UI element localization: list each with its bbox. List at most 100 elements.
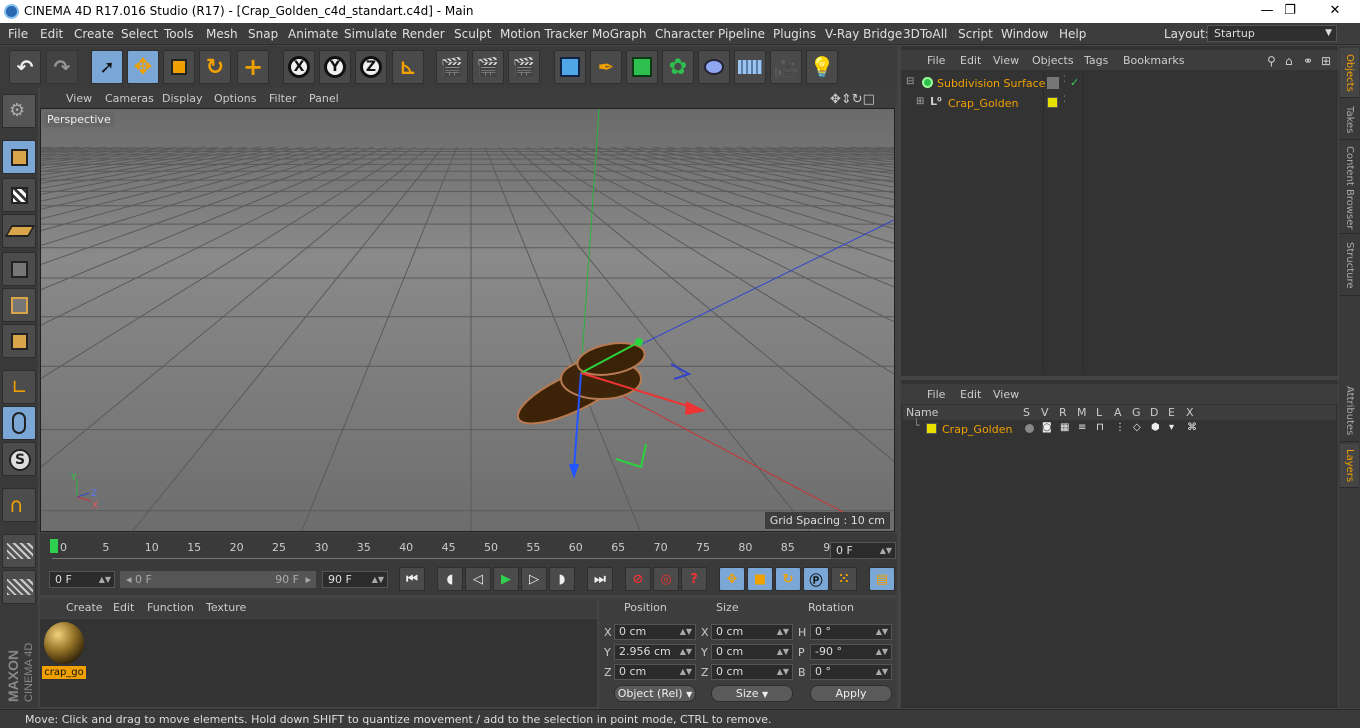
end-frame-field[interactable]: 90 F ▲▼ <box>322 571 388 588</box>
add-camera-button[interactable]: 🎥 <box>770 50 802 84</box>
model-mode-button[interactable] <box>2 140 36 174</box>
scale-tool-button[interactable] <box>163 50 195 84</box>
record-parameter-button[interactable]: Ⓟ <box>803 567 829 591</box>
undo-button[interactable]: ↶ <box>9 50 41 84</box>
object-menu-view[interactable]: View <box>993 54 1019 67</box>
render-view-button[interactable]: 🎬 <box>436 50 468 84</box>
object-menu-file[interactable]: File <box>927 54 945 67</box>
link-icon[interactable]: ⚭ <box>1303 54 1313 68</box>
menu-tools[interactable]: Tools <box>164 27 194 41</box>
object-menu-tags[interactable]: Tags <box>1084 54 1108 67</box>
keyframe-selection-button[interactable]: ? <box>681 567 707 591</box>
menu-window[interactable]: Window <box>1001 27 1048 41</box>
menu-snap[interactable]: Snap <box>248 27 278 41</box>
maximize-button[interactable]: ❐ <box>1267 2 1313 20</box>
menu-help[interactable]: Help <box>1059 27 1086 41</box>
column-animation[interactable]: A <box>1114 406 1122 419</box>
search-icon[interactable]: ⚲ <box>1267 54 1276 68</box>
record-keys-button[interactable]: ⊘ <box>625 567 651 591</box>
object-menu-objects[interactable]: Objects <box>1032 54 1074 67</box>
redo-button[interactable]: ↷ <box>46 50 78 84</box>
record-position-button[interactable]: ✥ <box>719 567 745 591</box>
go-to-start-button[interactable]: ⏮ <box>399 567 425 591</box>
position-z-field[interactable]: 0 cm ▲▼ <box>614 664 696 680</box>
coordinate-system-button[interactable]: ⊾ <box>392 50 424 84</box>
3d-viewport[interactable]: Y Z X Perspective Grid Spacing : 10 cm <box>40 108 895 532</box>
solo-toggle-icon[interactable] <box>1025 424 1034 433</box>
generators-toggle-icon[interactable]: ◇ <box>1133 422 1141 433</box>
next-key-button[interactable]: ◗ <box>549 567 575 591</box>
add-cloner-button[interactable]: ✿ <box>662 50 694 84</box>
tab-structure[interactable]: Structure <box>1340 236 1359 296</box>
menu-3dtoall[interactable]: 3DToAll <box>903 27 947 41</box>
column-generators[interactable]: G <box>1132 406 1141 419</box>
tab-objects[interactable]: Objects <box>1340 48 1359 98</box>
menu-vray-bridge[interactable]: V-Ray Bridge <box>825 27 902 41</box>
menu-sculpt[interactable]: Sculpt <box>454 27 491 41</box>
visibility-dots-icon[interactable]: ⁚ <box>1063 95 1066 105</box>
visibility-dots-icon[interactable]: ⁚ <box>1063 75 1066 85</box>
start-frame-field[interactable]: 0 F ▲▼ <box>49 571 115 588</box>
column-xref[interactable]: X <box>1186 406 1194 419</box>
tweak-mode-button[interactable] <box>2 406 36 440</box>
menu-mesh[interactable]: Mesh <box>206 27 238 41</box>
move-tool-button[interactable]: ✥ <box>127 50 159 84</box>
animation-toggle-icon[interactable]: ⋮ <box>1115 422 1125 433</box>
render-settings-button[interactable]: 🎬 <box>508 50 540 84</box>
tab-content-browser[interactable]: Content Browser <box>1340 142 1359 234</box>
magnet-button[interactable]: ∩ <box>2 488 36 522</box>
add-pen-spline-button[interactable]: ✒ <box>590 50 622 84</box>
object-menu-edit[interactable]: Edit <box>960 54 981 67</box>
material-menu-texture[interactable]: Texture <box>206 601 246 614</box>
layer-menu-view[interactable]: View <box>993 388 1019 401</box>
menu-animate[interactable]: Animate <box>288 27 338 41</box>
size-mode-dropdown[interactable]: Size ▼ <box>711 685 793 702</box>
rotation-b-field[interactable]: 0 ° ▲▼ <box>810 664 892 680</box>
rotation-p-field[interactable]: -90 ° ▲▼ <box>810 644 892 660</box>
go-to-end-button[interactable]: ⏭ <box>587 567 613 591</box>
expressions-toggle-icon[interactable]: ▾ <box>1169 422 1174 433</box>
enabled-check-icon[interactable]: ✓ <box>1070 76 1079 89</box>
x-axis-lock-button[interactable]: X <box>283 50 315 84</box>
menu-mograph[interactable]: MoGraph <box>592 27 647 41</box>
menu-character[interactable]: Character <box>655 27 714 41</box>
menu-plugins[interactable]: Plugins <box>773 27 816 41</box>
lock-toggle-icon[interactable]: ⊓ <box>1096 422 1104 433</box>
record-pla-button[interactable]: ⁙ <box>831 567 857 591</box>
edges-mode-button[interactable] <box>2 288 36 322</box>
next-frame-button[interactable]: ▷ <box>521 567 547 591</box>
snap-button[interactable]: S <box>2 442 36 476</box>
play-button[interactable]: ▶ <box>493 567 519 591</box>
z-axis-lock-button[interactable]: Z <box>355 50 387 84</box>
tab-attributes[interactable]: Attributes <box>1340 380 1359 442</box>
playhead-marker[interactable] <box>50 539 58 553</box>
manager-toggle-icon[interactable]: ≡ <box>1078 422 1086 433</box>
size-z-field[interactable]: 0 cm ▲▼ <box>711 664 793 680</box>
position-x-field[interactable]: 0 cm ▲▼ <box>614 624 696 640</box>
timeline-button[interactable]: ▤ <box>869 567 895 591</box>
xref-toggle-icon[interactable]: ⌘ <box>1187 422 1197 433</box>
column-name[interactable]: Name <box>906 406 938 419</box>
make-editable-button[interactable]: ⚙ <box>2 94 36 128</box>
column-render[interactable]: R <box>1059 406 1067 419</box>
menu-pipeline[interactable]: Pipeline <box>718 27 765 41</box>
add-light-button[interactable]: 💡 <box>806 50 838 84</box>
expand-icon[interactable]: ⊞ <box>916 96 924 107</box>
record-scale-button[interactable]: ■ <box>747 567 773 591</box>
apply-button[interactable]: Apply <box>810 685 892 702</box>
object-menu-bookmarks[interactable]: Bookmarks <box>1123 54 1184 67</box>
axis-mode-button[interactable]: ∟ <box>2 370 36 404</box>
view-toggle-icon[interactable]: ◙ <box>1042 422 1052 433</box>
add-cube-button[interactable] <box>554 50 586 84</box>
material-menu-function[interactable]: Function <box>147 601 194 614</box>
timeline-ruler[interactable]: 051015202530354045505560657075808590 0 F… <box>40 533 897 563</box>
recent-tool-button[interactable]: + <box>237 50 269 84</box>
viewport-menu-panel[interactable]: Panel <box>309 92 339 105</box>
previous-key-button[interactable]: ◖ <box>437 567 463 591</box>
current-frame-field[interactable]: 0 F ▲▼ <box>830 542 896 559</box>
viewport-menu-filter[interactable]: Filter <box>269 92 296 105</box>
viewport-menu-view[interactable]: View <box>66 92 92 105</box>
close-button[interactable]: ✕ <box>1312 2 1358 20</box>
column-locked[interactable]: L <box>1096 406 1102 419</box>
workplane-rotate-button[interactable] <box>2 570 36 604</box>
